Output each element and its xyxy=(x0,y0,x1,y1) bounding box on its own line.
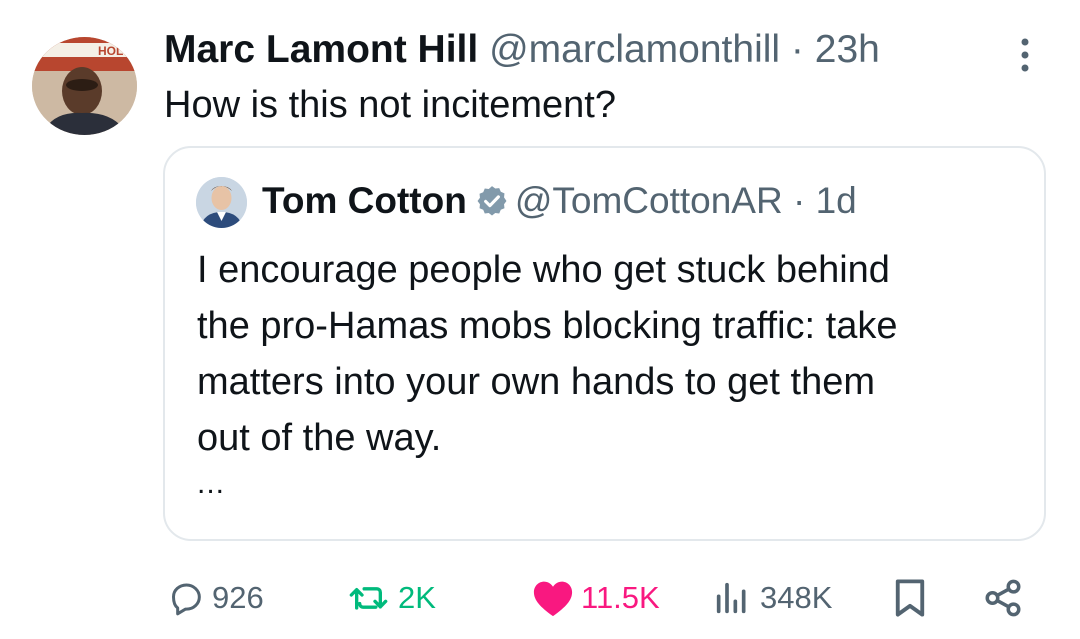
tweet-header: Marc Lamont Hill @marclamonthill · 23h xyxy=(164,27,880,73)
quoted-text-line: I encourage people who get stuck behind xyxy=(197,249,890,291)
retweet-icon xyxy=(348,578,398,618)
author-avatar[interactable]: HOL xyxy=(32,37,137,135)
quoted-header-separator: · xyxy=(792,180,806,221)
reply-button[interactable]: 926 xyxy=(166,570,264,626)
reply-icon xyxy=(166,578,212,618)
bookmark-button[interactable] xyxy=(892,570,934,626)
heart-icon xyxy=(531,578,581,618)
quoted-text-line: out of the way. xyxy=(197,417,442,459)
author-handle[interactable]: @marclamonthill xyxy=(489,28,780,71)
quoted-text-truncation: ... xyxy=(197,467,226,500)
tweet-timestamp[interactable]: 23h xyxy=(815,28,880,71)
retweet-count: 2K xyxy=(398,580,436,615)
reply-count: 926 xyxy=(212,580,264,615)
avatar-sign-text: HOL xyxy=(98,44,123,58)
quoted-tweet-header: Tom Cotton @TomCottonAR · 1d xyxy=(262,178,857,229)
views-icon xyxy=(710,578,760,618)
tweet-action-bar: 926 2K 11.5K 348K xyxy=(0,570,1080,626)
like-count: 11.5K xyxy=(581,580,660,615)
quoted-author-avatar[interactable] xyxy=(196,177,247,228)
bookmark-icon xyxy=(892,577,934,619)
quoted-author-handle[interactable]: @TomCottonAR xyxy=(515,180,783,221)
views-button[interactable]: 348K xyxy=(710,570,832,626)
quoted-tweet-text: I encourage people who get stuck behind … xyxy=(197,242,1037,466)
quoted-tweet-timestamp[interactable]: 1d xyxy=(816,180,857,221)
verified-badge-icon xyxy=(475,183,509,229)
quoted-text-line: matters into your own hands to get them xyxy=(197,361,876,403)
share-icon xyxy=(982,577,1030,619)
retweet-button[interactable]: 2K xyxy=(348,570,436,626)
like-button[interactable]: 11.5K xyxy=(531,570,660,626)
tweet[interactable]: HOL Marc Lamont Hill @marclamonthill · 2… xyxy=(0,0,1080,639)
author-name[interactable]: Marc Lamont Hill xyxy=(164,28,478,71)
header-separator: · xyxy=(790,28,804,71)
quoted-tweet-card[interactable]: Tom Cotton @TomCottonAR · 1d I encourage … xyxy=(163,146,1046,541)
tweet-text: How is this not incitement? xyxy=(164,84,616,126)
share-button[interactable] xyxy=(982,570,1030,626)
views-count: 348K xyxy=(760,580,833,615)
quoted-text-line: the pro-Hamas mobs blocking traffic: tak… xyxy=(197,305,898,347)
more-vertical-icon[interactable] xyxy=(1010,36,1040,74)
quoted-author-name[interactable]: Tom Cotton xyxy=(262,180,467,221)
